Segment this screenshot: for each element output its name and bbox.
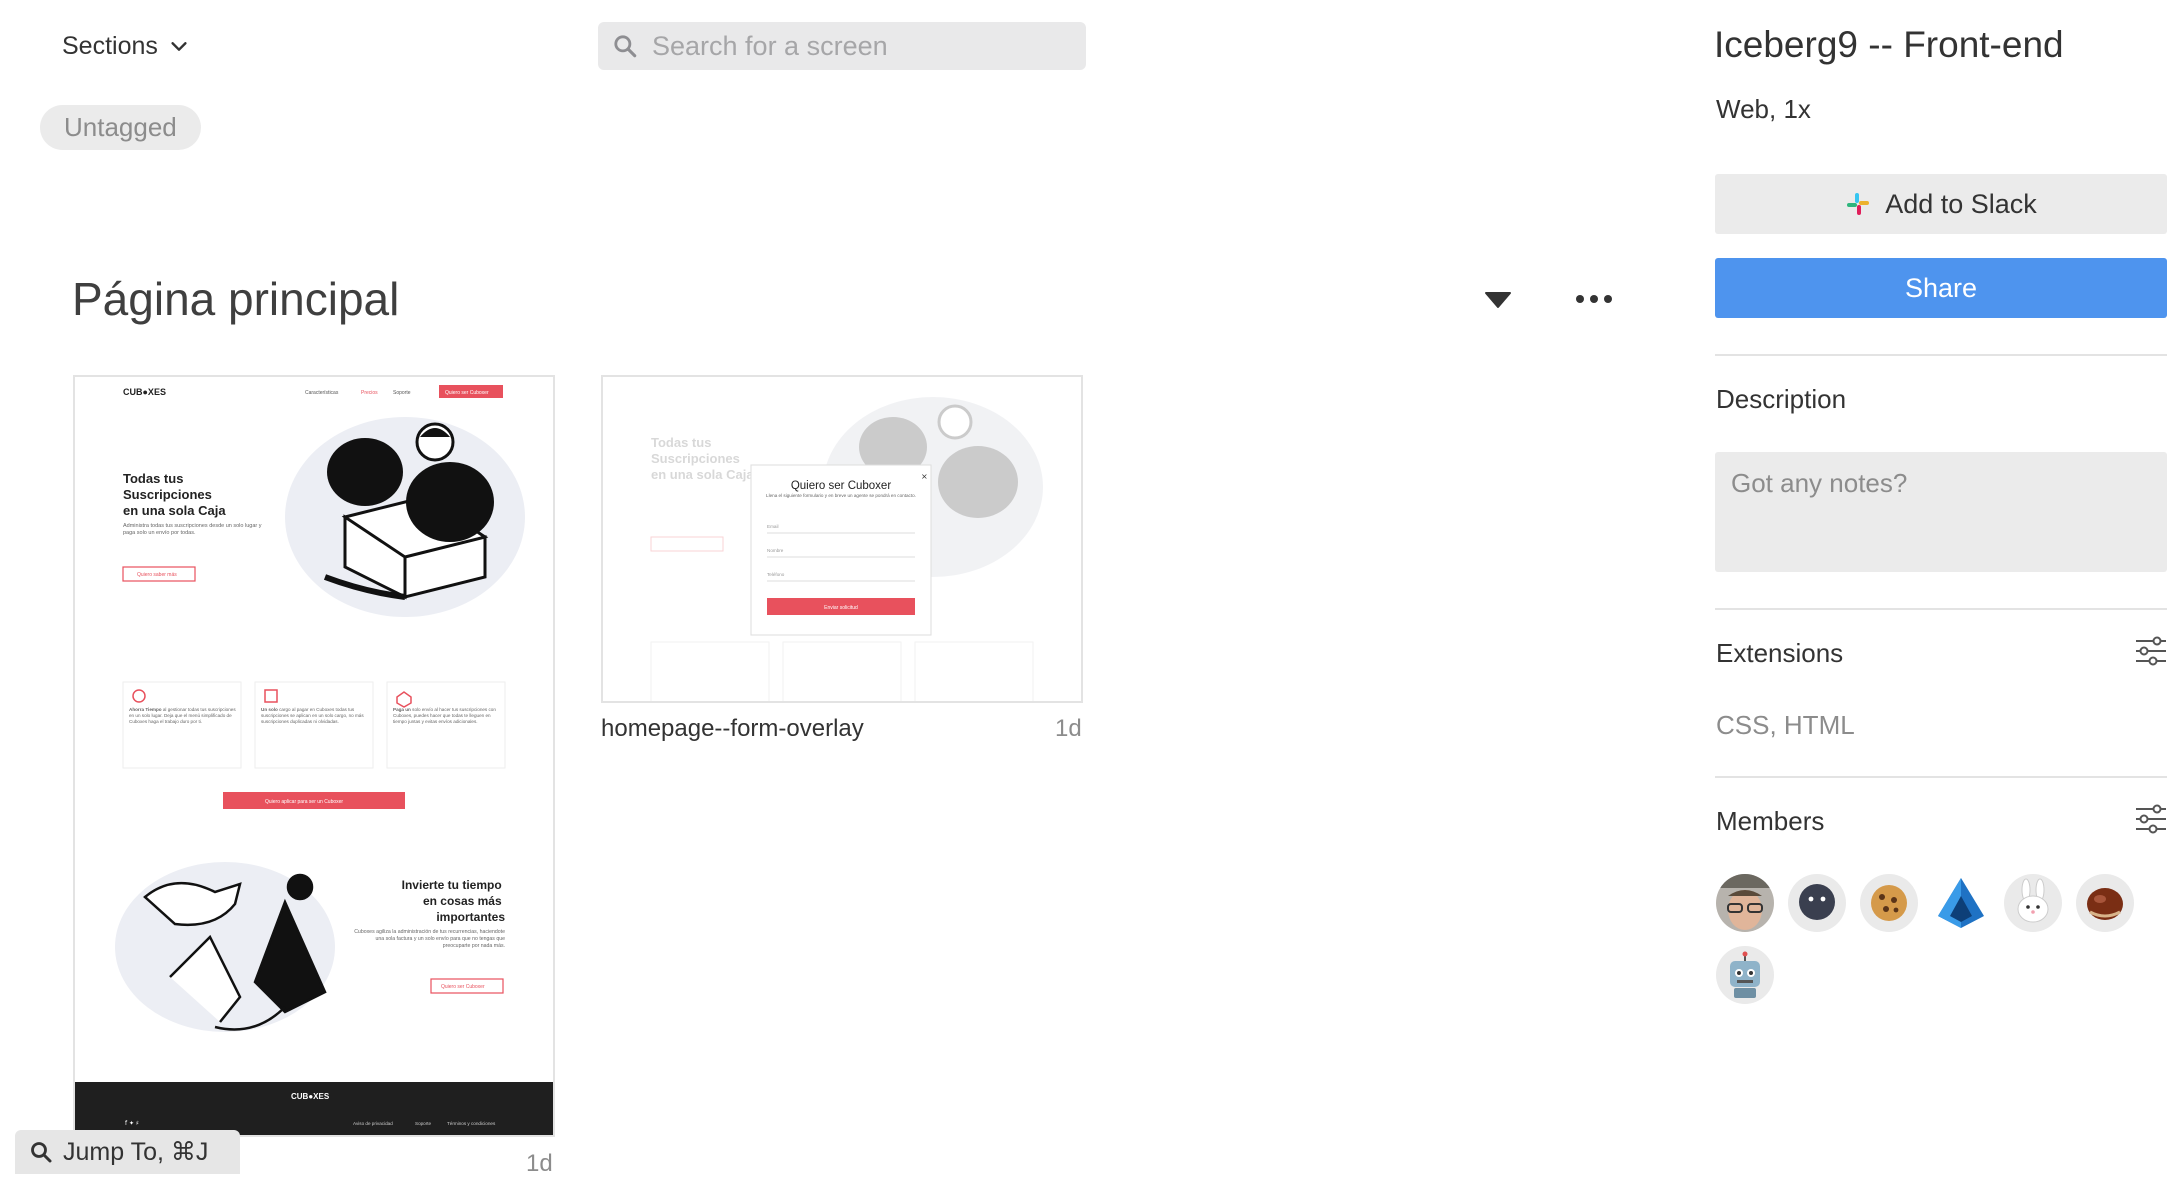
form-modal: × Quiero ser Cuboxer Llena el siguiente …: [750, 464, 932, 636]
hero-title-line: Suscripciones: [123, 487, 212, 502]
divider: [1715, 776, 2167, 778]
person-with-glasses-avatar[interactable]: [1716, 874, 1774, 932]
footer-link: Aviso de privacidad: [353, 1121, 393, 1126]
add-to-slack-button[interactable]: Add to Slack: [1715, 174, 2167, 234]
feature-text: Paga un solo envío al hacer tus suscripc…: [393, 707, 496, 724]
features-cta-label: Quiero aplicar para ser un Cuboxer: [265, 799, 343, 805]
hero-cta-label: Quiero saber más: [137, 572, 177, 578]
screen-name[interactable]: homepage--form-overlay: [601, 715, 864, 743]
feature-text: Un solo cargo al pagar en Cuboxes todas …: [261, 707, 364, 724]
chestnut-avatar[interactable]: [2076, 874, 2134, 932]
more-options-button[interactable]: [1576, 288, 1612, 310]
dark-blob-avatar[interactable]: [1788, 874, 1846, 932]
feature-text: Ahorra Tiempo al gestionar todas tus sus…: [129, 707, 236, 724]
thumb-footer: [75, 1082, 553, 1135]
members-label: Members: [1716, 806, 1825, 836]
invest-text: Cuboxes agiliza la administración de tus…: [354, 929, 505, 949]
thumb-nav-item: Soporte: [393, 390, 411, 396]
screen-updated-time: 1d: [1055, 715, 1082, 742]
modal-field-label: Teléfono: [767, 572, 785, 577]
robot-avatar[interactable]: [1716, 946, 1774, 1004]
invest-title-line: Invierte tu tiempo: [402, 878, 502, 892]
caret-down-icon[interactable]: [1484, 288, 1512, 310]
modal-title: Quiero ser Cuboxer: [791, 480, 892, 492]
search-input[interactable]: [650, 29, 1070, 63]
cookie-avatar[interactable]: [1860, 874, 1918, 932]
sections-dropdown[interactable]: Sections: [62, 28, 190, 64]
search-icon: [31, 1142, 52, 1163]
more-dot-icon: [1604, 295, 1612, 303]
project-platform: Web, 1x: [1716, 94, 1811, 124]
footer-logo: CUB●XES: [291, 1092, 330, 1101]
hero-text: Administra todas tus suscripciones desde…: [123, 523, 262, 536]
more-dot-icon: [1576, 295, 1584, 303]
invest-cta-label: Quiero ser Cuboxer: [441, 984, 485, 990]
extensions-value: CSS, HTML: [1716, 710, 1855, 740]
divider: [1715, 354, 2167, 356]
slack-button-label: Add to Slack: [1885, 188, 2037, 219]
modal-field-label: Nombre: [767, 548, 784, 553]
footer-social-icons: f ✦ ♯: [125, 1120, 139, 1127]
more-dot-icon: [1590, 295, 1598, 303]
screen-thumbnail-form-overlay[interactable]: Todas tus Suscripciones en una sola Caja…: [601, 375, 1083, 703]
search-bar[interactable]: [598, 22, 1086, 70]
modal-text: Llena el siguiente formulario y en breve…: [766, 493, 916, 498]
share-button-label: Share: [1904, 272, 1978, 303]
homepage-preview: CUB●XES Características Precios Soporte …: [75, 377, 553, 1135]
settings-sliders-icon[interactable]: [2135, 636, 2167, 666]
form-overlay-preview: Todas tus Suscripciones en una sola Caja…: [603, 377, 1081, 701]
divider: [1715, 608, 2167, 610]
hero-title-line: Todas tus: [123, 471, 183, 486]
invest-title-line: en cosas más: [423, 894, 502, 908]
project-title: Iceberg9 -- Front-end: [1714, 24, 2064, 65]
share-button[interactable]: Share: [1715, 258, 2167, 318]
jump-to-label: Jump To, ⌘J: [63, 1138, 209, 1166]
thumb-nav-item: Precios: [361, 390, 378, 396]
footer-link: Términos y condiciones: [447, 1121, 496, 1126]
invest-title-line: importantes: [436, 910, 505, 924]
modal-close-icon: ×: [921, 472, 928, 481]
tag-label: Untagged: [64, 112, 177, 142]
modal-field-label: Email: [767, 524, 779, 529]
settings-sliders-icon[interactable]: [2135, 804, 2167, 834]
slack-icon: [1847, 193, 1870, 215]
description-label: Description: [1716, 384, 1847, 414]
hero-title-line: en una sola Caja: [123, 503, 226, 518]
thumb-nav-cta-label: Quiero ser Cuboxer: [445, 390, 489, 396]
chevron-down-icon: [171, 42, 187, 51]
thumb-nav-item: Características: [305, 390, 339, 396]
tag-filter-untagged[interactable]: Untagged: [40, 105, 201, 150]
section-title: Página principal: [72, 273, 400, 325]
search-icon: [614, 35, 637, 58]
jump-to-button[interactable]: Jump To, ⌘J: [15, 1130, 240, 1174]
footer-link: Soporte: [415, 1121, 432, 1126]
screen-thumbnail-homepage[interactable]: CUB●XES Características Precios Soporte …: [73, 375, 555, 1137]
sections-label: Sections: [62, 31, 158, 60]
bunny-avatar[interactable]: [2004, 874, 2062, 932]
extensions-label: Extensions: [1716, 638, 1844, 668]
thumb-logo: CUB●XES: [123, 387, 166, 397]
crystal-avatar[interactable]: [1932, 874, 1990, 932]
modal-submit-label: Enviar solicitud: [824, 605, 858, 611]
description-notes-field[interactable]: [1715, 452, 2167, 572]
